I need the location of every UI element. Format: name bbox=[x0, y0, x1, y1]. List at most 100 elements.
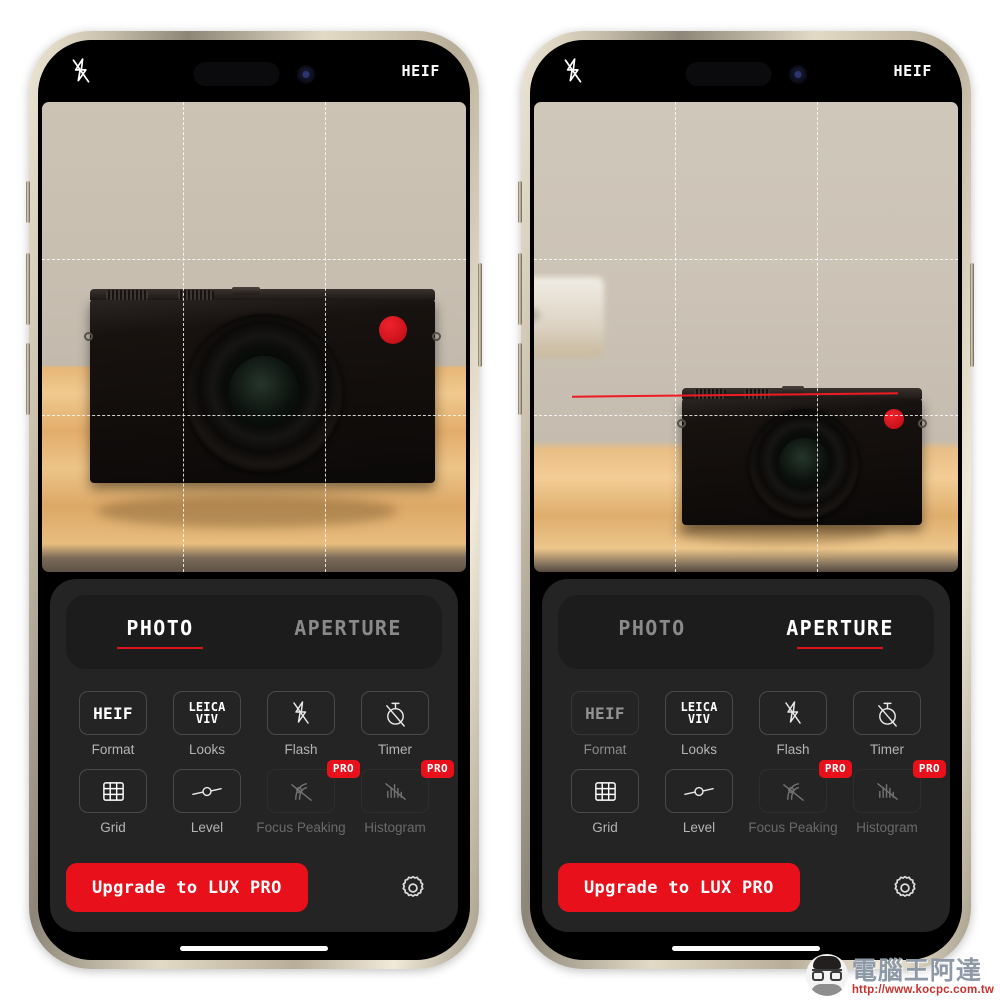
tile-format-label: Format bbox=[583, 742, 627, 758]
flash-off-icon[interactable] bbox=[560, 57, 586, 85]
mode-tab-bar-left: PHOTO APERTURE bbox=[66, 595, 442, 670]
tile-flash-left[interactable]: Flash bbox=[254, 691, 348, 759]
tile-flash-right[interactable]: Flash bbox=[746, 691, 840, 759]
power-button-right[interactable] bbox=[970, 263, 974, 367]
background-box-object bbox=[534, 277, 604, 357]
panel-footer-left: Upgrade to LUX PRO bbox=[66, 863, 442, 912]
camera-dial-2 bbox=[744, 389, 770, 399]
tile-grid-left[interactable]: Grid bbox=[66, 769, 160, 837]
volume-up-button-right[interactable] bbox=[518, 253, 522, 325]
tab-aperture-label: APERTURE bbox=[786, 616, 894, 649]
histogram-off-icon bbox=[361, 769, 429, 814]
camera-dial-2 bbox=[178, 290, 214, 300]
leica-logo-dot bbox=[379, 316, 407, 344]
tile-focus-peaking-label: Focus Peaking bbox=[748, 820, 838, 836]
camera-strap-lug-right bbox=[432, 332, 441, 341]
timer-off-icon bbox=[361, 691, 429, 736]
camera-app-screen-right: HEIF PHOTO APERTURE HEIF Format LEICA VI… bbox=[530, 40, 962, 960]
focus-peaking-off-icon bbox=[267, 769, 335, 814]
level-icon bbox=[173, 769, 241, 814]
home-indicator-left[interactable] bbox=[180, 946, 328, 951]
tile-timer-label: Timer bbox=[378, 742, 412, 758]
tile-level-right[interactable]: Level bbox=[652, 769, 746, 837]
tile-looks-label: Looks bbox=[680, 742, 718, 758]
tab-aperture-right[interactable]: APERTURE bbox=[746, 616, 934, 649]
tile-focus-peaking-left[interactable]: Focus Peaking PRO bbox=[254, 760, 360, 837]
tile-histogram-label: Histogram bbox=[364, 820, 426, 836]
tile-format-right[interactable]: HEIF Format bbox=[558, 691, 652, 759]
settings-tile-grid-right: HEIF Format LEICA VIV Looks Flash Timer … bbox=[558, 691, 946, 837]
site-watermark: 電腦王阿達 http://www.kocpc.com.tw bbox=[805, 954, 994, 997]
tile-timer-label: Timer bbox=[870, 742, 904, 758]
tile-flash-label: Flash bbox=[776, 742, 810, 758]
upgrade-to-pro-button[interactable]: Upgrade to LUX PRO bbox=[66, 863, 308, 912]
tile-level-label: Level bbox=[190, 820, 224, 836]
camera-strap-lug-left bbox=[84, 332, 93, 341]
tile-looks-label: Looks bbox=[188, 742, 226, 758]
tab-aperture-left[interactable]: APERTURE bbox=[254, 616, 442, 649]
tile-format-left[interactable]: HEIF Format bbox=[66, 691, 160, 759]
tile-histogram-right[interactable]: Histogram PRO bbox=[840, 760, 946, 837]
glasses-icon bbox=[811, 969, 842, 981]
leica-looks-value: LEICA VIV bbox=[188, 701, 225, 725]
tile-histogram-left[interactable]: Histogram PRO bbox=[348, 760, 454, 837]
flash-off-icon bbox=[267, 691, 335, 736]
focus-peaking-off-icon bbox=[759, 769, 827, 814]
tile-grid-right[interactable]: Grid bbox=[558, 769, 652, 837]
upgrade-to-pro-button[interactable]: Upgrade to LUX PRO bbox=[558, 863, 800, 912]
tab-photo-label: PHOTO bbox=[618, 615, 686, 640]
panel-footer-right: Upgrade to LUX PRO bbox=[558, 863, 934, 912]
tile-grid-label: Grid bbox=[100, 820, 126, 836]
tile-looks-left[interactable]: LEICA VIV Looks bbox=[160, 691, 254, 759]
gear-icon[interactable] bbox=[890, 873, 920, 903]
camera-dial-1 bbox=[106, 290, 148, 300]
control-panel-left: PHOTO APERTURE HEIF Format LEICA VIV Loo… bbox=[50, 579, 458, 932]
camera-preview-image-left bbox=[42, 102, 466, 572]
viewfinder-left[interactable] bbox=[42, 102, 466, 572]
pro-badge: PRO bbox=[326, 760, 360, 779]
watermark-site-name: 電腦王阿達 bbox=[851, 956, 982, 985]
iphone-device-left: HEIF PHOTO APERTURE HEIF Format LEICA VI… bbox=[26, 31, 482, 969]
action-button-left[interactable] bbox=[26, 181, 30, 223]
tile-level-label: Level bbox=[682, 820, 716, 836]
tile-focus-peaking-right[interactable]: Focus Peaking PRO bbox=[746, 760, 852, 837]
tab-photo-left[interactable]: PHOTO bbox=[66, 616, 254, 649]
leica-camera-subject-right bbox=[677, 386, 927, 525]
leica-logo-dot bbox=[884, 409, 904, 429]
action-button-right[interactable] bbox=[518, 181, 522, 223]
tile-looks-right[interactable]: LEICA VIV Looks bbox=[652, 691, 746, 759]
camera-hotshoe bbox=[782, 386, 804, 394]
control-panel-right: PHOTO APERTURE HEIF Format LEICA VIV Loo… bbox=[542, 579, 950, 932]
histogram-off-icon bbox=[853, 769, 921, 814]
viewfinder-right[interactable] bbox=[534, 102, 958, 572]
grid-icon bbox=[571, 769, 639, 814]
tile-level-left[interactable]: Level bbox=[160, 769, 254, 837]
tile-grid-label: Grid bbox=[592, 820, 618, 836]
tab-photo-label: PHOTO bbox=[126, 616, 193, 649]
volume-down-button-left[interactable] bbox=[26, 343, 30, 415]
tile-flash-label: Flash bbox=[284, 742, 318, 758]
watermark-url: http://www.kocpc.com.tw bbox=[851, 984, 994, 996]
pro-badge: PRO bbox=[912, 760, 946, 779]
home-indicator-right[interactable] bbox=[672, 946, 820, 951]
camera-preview-image-right bbox=[534, 102, 958, 572]
pro-badge: PRO bbox=[420, 760, 454, 779]
tile-timer-right[interactable]: Timer bbox=[840, 691, 934, 759]
flash-off-icon bbox=[759, 691, 827, 736]
volume-down-button-right[interactable] bbox=[518, 343, 522, 415]
tile-timer-left[interactable]: Timer bbox=[348, 691, 442, 759]
format-value-label: HEIF bbox=[585, 703, 625, 723]
heif-format-icon: HEIF bbox=[79, 691, 147, 736]
camera-lens bbox=[748, 409, 860, 521]
gear-icon[interactable] bbox=[398, 873, 428, 903]
tab-photo-right[interactable]: PHOTO bbox=[558, 616, 746, 649]
leica-looks-value: LEICA VIV bbox=[680, 701, 717, 725]
camera-strap-lug-right bbox=[918, 419, 927, 428]
tile-format-label: Format bbox=[91, 742, 135, 758]
volume-up-button-left[interactable] bbox=[26, 253, 30, 325]
power-button-left[interactable] bbox=[478, 263, 482, 367]
leica-looks-icon: LEICA VIV bbox=[665, 691, 733, 736]
flash-off-icon[interactable] bbox=[68, 57, 94, 85]
watermark-text: 電腦王阿達 http://www.kocpc.com.tw bbox=[851, 956, 994, 997]
grid-icon bbox=[79, 769, 147, 814]
